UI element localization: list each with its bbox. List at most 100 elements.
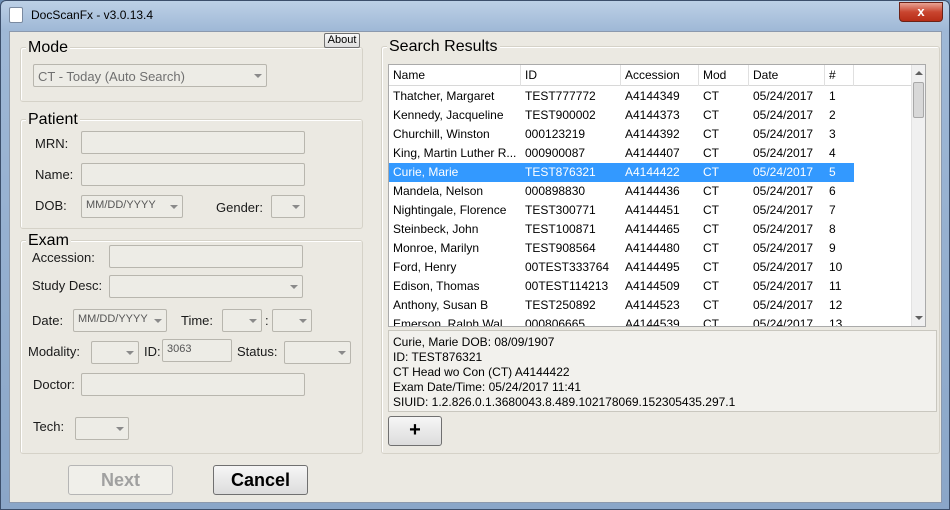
table-row[interactable]: Ford, Henry 00TEST333764 A4144495 CT 05/24/2… [389,258,854,277]
gender-select[interactable] [271,195,305,218]
dob-field[interactable]: MM/DD/YYYY [81,195,183,218]
app-icon [9,7,23,23]
cell-name: Monroe, Marilyn [393,241,480,255]
modality-select[interactable] [91,341,139,364]
table-row[interactable]: Anthony, Susan B TEST250892 A4144523 CT 05/2… [389,296,854,315]
cell-number: 9 [829,241,836,255]
exam-title: Exam [26,232,71,250]
study-desc-select[interactable] [109,275,303,298]
cell-name: Steinbeck, John [393,222,479,236]
chevron-down-icon [254,74,262,78]
modality-label: Modality: [28,344,81,359]
doctor-field[interactable] [81,373,305,396]
cell-date: 05/24/2017 [753,203,814,217]
cell-number: 6 [829,184,836,198]
name-field[interactable] [81,163,305,186]
time-label: Time: [181,313,214,328]
mode-select[interactable]: CT - Today (Auto Search) [33,64,267,87]
add-button[interactable]: + [388,416,442,446]
cell-id: TEST100871 [525,222,596,236]
next-button[interactable]: Next [68,465,173,495]
dob-label: DOB: [35,198,67,213]
details-line-study: CT Head wo Con (CT) A4144422 [393,365,570,379]
mrn-field[interactable] [81,131,305,154]
column-header-id[interactable]: ID [521,65,621,86]
about-button[interactable]: About [324,33,360,48]
cancel-button[interactable]: Cancel [213,465,308,495]
cell-name: Thatcher, Margaret [393,89,495,103]
cell-mod: CT [703,89,719,103]
cell-date: 05/24/2017 [753,165,814,179]
cell-date: 05/24/2017 [753,260,814,274]
table-row[interactable]: King, Martin Luther R... 000900087 A414440… [389,144,854,163]
scroll-up-icon[interactable] [915,71,923,75]
chevron-down-icon [290,285,298,289]
cell-number: 7 [829,203,836,217]
cell-date: 05/24/2017 [753,108,814,122]
cell-name: Emerson, Ralph Wal... [393,317,513,327]
cell-mod: CT [703,298,719,312]
cell-name: Kennedy, Jacqueline [393,108,504,122]
chevron-down-icon [338,351,346,355]
cell-name: Churchill, Winston [393,127,490,141]
window-title: DocScanFx - v3.0.13.4 [31,8,154,22]
cell-accession: A4144539 [625,317,680,327]
cell-mod: CT [703,222,719,236]
accession-field[interactable] [109,245,303,268]
table-row[interactable]: Thatcher, Margaret TEST777772 A4144349 CT 05… [389,87,854,106]
id-label: ID: [144,344,161,359]
column-header-accession[interactable]: Accession [621,65,699,86]
mode-title: Mode [26,39,71,57]
cell-name: King, Martin Luther R... [393,146,517,160]
time-hour-select[interactable] [222,309,262,332]
close-button[interactable]: x [899,2,943,22]
cell-accession: A4144451 [625,203,680,217]
column-header-name[interactable]: Name [389,65,521,86]
cell-accession: A4144392 [625,127,680,141]
chevron-down-icon [170,205,178,209]
cell-accession: A4144407 [625,146,680,160]
time-minute-select[interactable] [272,309,312,332]
table-row[interactable]: Kennedy, Jacqueline TEST900002 A4144373 CT 0… [389,106,854,125]
column-header-number[interactable]: # [825,65,854,86]
status-select[interactable] [284,341,351,364]
patient-title: Patient [26,111,80,129]
cell-number: 1 [829,89,836,103]
cell-id: TEST876321 [525,165,596,179]
cell-accession: A4144349 [625,89,680,103]
title-bar[interactable]: DocScanFx - v3.0.13.4 x [1,1,949,29]
mode-select-value: CT - Today (Auto Search) [38,69,185,84]
table-row[interactable]: Monroe, Marilyn TEST908564 A4144480 CT 05/24… [389,239,854,258]
cell-number: 4 [829,146,836,160]
details-line-datetime: Exam Date/Time: 05/24/2017 11:41 [393,380,582,394]
table-row[interactable]: Edison, Thomas 00TEST114213 A4144509 CT 05/2… [389,277,854,296]
table-row[interactable]: Curie, Marie TEST876321 A4144422 CT 05/24/20… [389,163,854,182]
dob-placeholder: MM/DD/YYYY [86,199,156,211]
table-row[interactable]: Churchill, Winston 000123219 A4144392 CT 05/… [389,125,854,144]
table-row[interactable]: Mandela, Nelson 000898830 A4144436 CT 05/24/… [389,182,854,201]
cell-date: 05/24/2017 [753,146,814,160]
cell-number: 8 [829,222,836,236]
cell-number: 2 [829,108,836,122]
column-header-mod[interactable]: Mod [699,65,749,86]
cell-id: TEST900002 [525,108,596,122]
cell-id: 000806665 [525,317,586,327]
cell-id: 00TEST333764 [525,260,610,274]
scroll-down-icon[interactable] [915,316,923,320]
cell-id: 000898830 [525,184,586,198]
results-scrollbar[interactable] [911,65,925,326]
column-header-date[interactable]: Date [749,65,825,86]
scroll-thumb[interactable] [913,82,924,118]
cell-mod: CT [703,241,719,255]
table-row[interactable]: Nightingale, Florence TEST300771 A4144451 C… [389,201,854,220]
cell-mod: CT [703,260,719,274]
id-field[interactable]: 3063 [162,339,232,362]
table-row[interactable]: Steinbeck, John TEST100871 A4144465 CT 05/24… [389,220,854,239]
table-row[interactable]: Emerson, Ralph Wal... 000806665 A4144539 CT… [389,315,854,327]
tech-select[interactable] [75,417,129,440]
results-list[interactable]: Name ID Accession Mod Date # Thatcher, M… [388,64,926,327]
client-area: Mode About CT - Today (Auto Search) Pati… [9,31,942,503]
cell-accession: A4144373 [625,108,680,122]
cell-id: TEST777772 [525,89,596,103]
date-field[interactable]: MM/DD/YYYY [73,309,167,332]
